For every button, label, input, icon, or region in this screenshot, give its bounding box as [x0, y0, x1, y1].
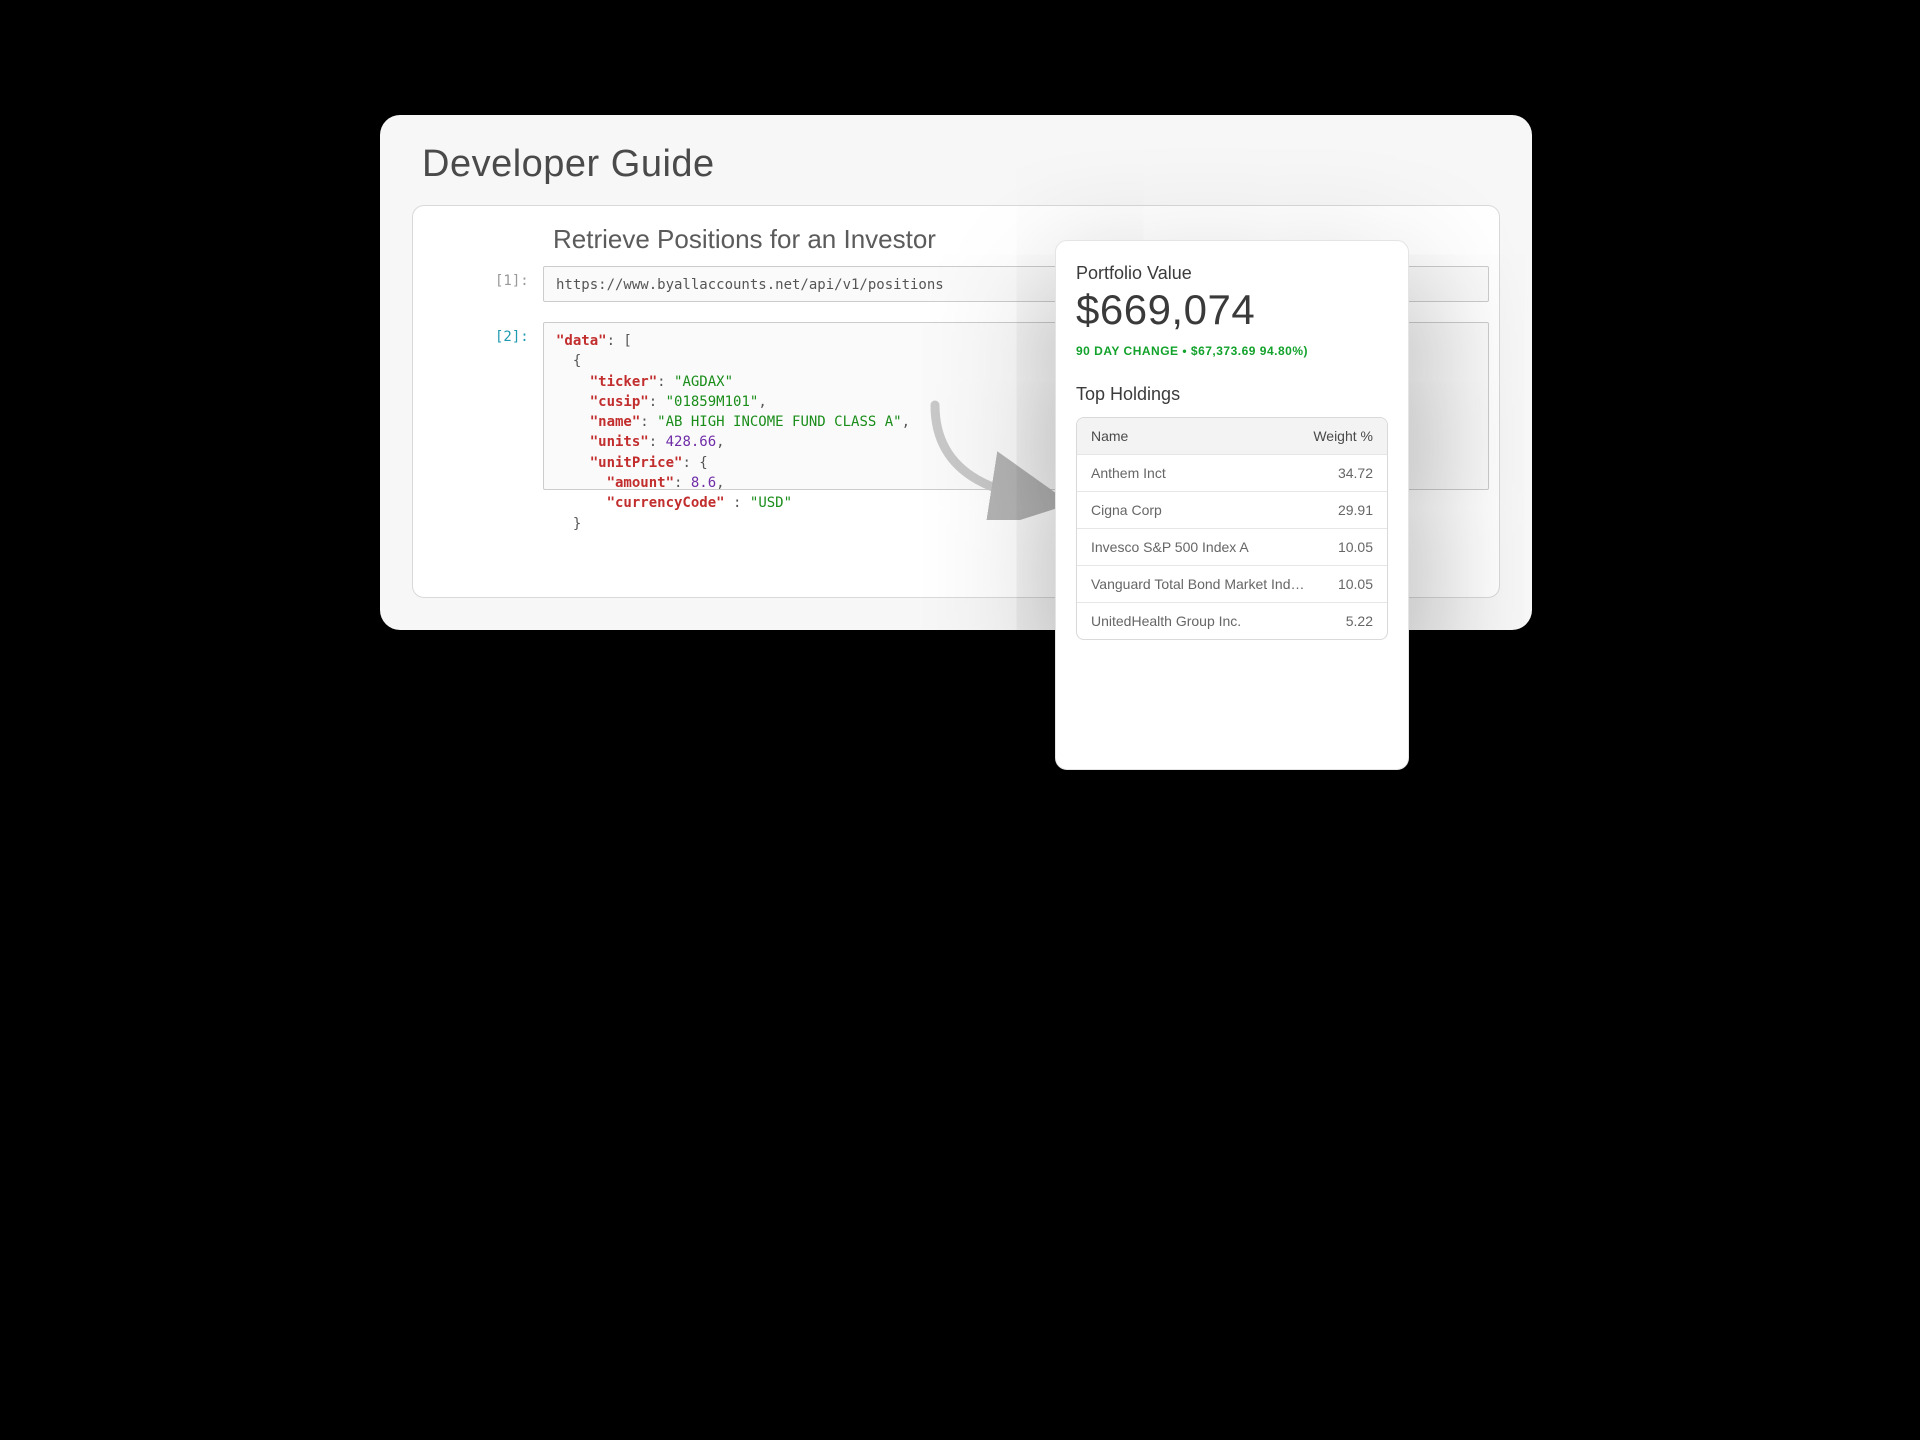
holding-name: Vanguard Total Bond Market Index	[1091, 576, 1313, 592]
table-header: Name Weight %	[1077, 418, 1387, 455]
top-holdings-title: Top Holdings	[1076, 384, 1388, 405]
holding-name: Invesco S&P 500 Index A	[1091, 539, 1313, 555]
stage: Developer Guide Retrieve Positions for a…	[320, 0, 1600, 960]
holding-weight: 5.22	[1313, 613, 1373, 629]
page-title: Developer Guide	[422, 143, 715, 186]
json-response: "data": [ { "ticker": "AGDAX" "cusip": "…	[556, 333, 910, 532]
holding-weight: 10.05	[1313, 539, 1373, 555]
portfolio-change-line: 90 DAY CHANGE • $67,373.69 94.80%)	[1076, 344, 1388, 358]
holding-weight: 29.91	[1313, 502, 1373, 518]
section-title: Retrieve Positions for an Investor	[553, 224, 936, 255]
holding-name: Anthem Inct	[1091, 465, 1313, 481]
col-name: Name	[1091, 428, 1313, 444]
table-row: Invesco S&P 500 Index A 10.05	[1077, 529, 1387, 566]
portfolio-card: Portfolio Value $669,074 90 DAY CHANGE •…	[1055, 240, 1409, 770]
table-row: Anthem Inct 34.72	[1077, 455, 1387, 492]
holding-name: UnitedHealth Group Inc.	[1091, 613, 1313, 629]
table-row: UnitedHealth Group Inc. 5.22	[1077, 603, 1387, 639]
col-weight: Weight %	[1313, 428, 1373, 444]
table-row: Cigna Corp 29.91	[1077, 492, 1387, 529]
cell-prompt-2: [2]:	[495, 329, 529, 345]
holding-weight: 10.05	[1313, 576, 1373, 592]
holding-weight: 34.72	[1313, 465, 1373, 481]
arrow-icon	[925, 390, 1055, 520]
table-row: Vanguard Total Bond Market Index 10.05	[1077, 566, 1387, 603]
portfolio-value: $669,074	[1076, 286, 1388, 334]
holdings-table: Name Weight % Anthem Inct 34.72 Cigna Co…	[1076, 417, 1388, 640]
api-url: https://www.byallaccounts.net/api/v1/pos…	[556, 277, 944, 293]
holding-name: Cigna Corp	[1091, 502, 1313, 518]
portfolio-value-label: Portfolio Value	[1076, 263, 1388, 284]
cell-prompt-1: [1]:	[495, 273, 529, 289]
